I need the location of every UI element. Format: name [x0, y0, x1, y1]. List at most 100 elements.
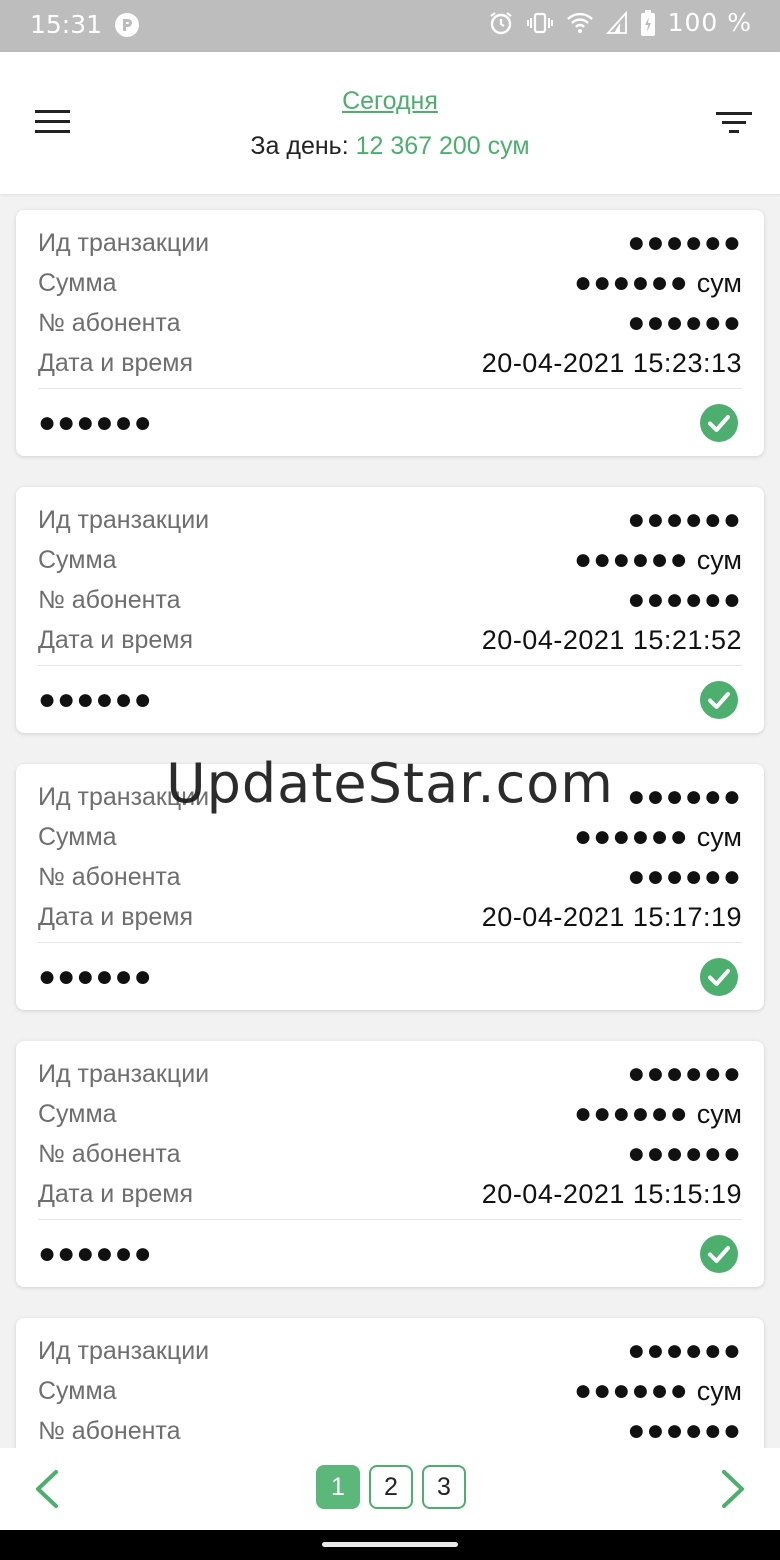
- pagination-bar: 123: [0, 1448, 780, 1530]
- page-button-1[interactable]: 1: [316, 1465, 360, 1509]
- masked-value: ●●●●●●: [627, 226, 742, 259]
- amount-row: Сумма ●●●●●● сум: [38, 818, 742, 856]
- amount-row: Сумма ●●●●●● сум: [38, 1372, 742, 1410]
- gesture-handle[interactable]: [322, 1542, 458, 1547]
- subscriber-number-row: № абонента ●●●●●●: [38, 1135, 742, 1173]
- daily-total-label: За день:: [250, 132, 349, 160]
- transaction-id-label: Ид транзакции: [38, 228, 210, 257]
- masked-value: ●●●●●●: [574, 1374, 689, 1407]
- subscriber-number-label: № абонента: [38, 1139, 181, 1168]
- transaction-id-label: Ид транзакции: [38, 505, 210, 534]
- transaction-id-value: ●●●●●●: [627, 1334, 742, 1368]
- transaction-id-row: Ид транзакции ●●●●●●: [38, 224, 742, 262]
- masked-value: ●●●●●●: [574, 1097, 689, 1130]
- subscriber-number-value: ●●●●●●: [627, 1137, 742, 1171]
- system-nav-bar: [0, 1530, 780, 1560]
- transaction-id-value: ●●●●●●: [627, 1057, 742, 1091]
- subscriber-number-label: № абонента: [38, 862, 181, 891]
- card-divider: [38, 942, 742, 943]
- amount-row: Сумма ●●●●●● сум: [38, 1095, 742, 1133]
- transaction-id-row: Ид транзакции ●●●●●●: [38, 501, 742, 539]
- datetime-label: Дата и время: [38, 625, 194, 654]
- battery-percentage: 100 %: [667, 8, 752, 37]
- datetime-row: Дата и время 20-04-2021 15:17:19: [38, 898, 742, 936]
- currency-label: сум: [696, 1099, 742, 1129]
- status-icons: 100 %: [488, 8, 752, 37]
- masked-value: ●●●●●●: [574, 266, 689, 299]
- filter-icon[interactable]: [714, 108, 754, 138]
- transaction-id-label: Ид транзакции: [38, 1059, 210, 1088]
- service-name: ●●●●●●: [38, 960, 153, 993]
- transaction-id-value: ●●●●●●: [627, 226, 742, 260]
- page-button-3[interactable]: 3: [422, 1465, 466, 1509]
- transaction-list[interactable]: Ид транзакции ●●●●●● Сумма ●●●●●● сум № абоне…: [0, 194, 780, 1448]
- currency-label: сум: [696, 822, 742, 852]
- masked-value: ●●●●●●: [627, 1057, 742, 1090]
- masked-value: ●●●●●●: [627, 1334, 742, 1367]
- subscriber-number-row: № абонента ●●●●●●: [38, 581, 742, 619]
- service-name: ●●●●●●: [38, 406, 153, 439]
- datetime-label: Дата и время: [38, 1179, 194, 1208]
- amount-value: ●●●●●● сум: [574, 1374, 742, 1408]
- daily-total: За день: 12 367 200 сум: [0, 132, 780, 161]
- datetime-row: Дата и время 20-04-2021 15:23:13: [38, 344, 742, 382]
- masked-value: ●●●●●●: [574, 820, 689, 853]
- transaction-id-label: Ид транзакции: [38, 1336, 210, 1365]
- amount-row: Сумма ●●●●●● сум: [38, 541, 742, 579]
- datetime-value: 20-04-2021 15:17:19: [481, 901, 742, 932]
- currency-label: сум: [696, 268, 742, 298]
- card-divider: [38, 1219, 742, 1220]
- amount-value: ●●●●●● сум: [574, 1097, 742, 1131]
- page-button-2[interactable]: 2: [369, 1465, 413, 1509]
- subscriber-number-value: ●●●●●●: [627, 583, 742, 617]
- app-notification-icon: [115, 13, 139, 37]
- amount-label: Сумма: [38, 268, 117, 297]
- wifi-icon: [566, 12, 593, 33]
- status-time: 15:31: [30, 10, 103, 39]
- status-bar: 15:31 100 %: [0, 0, 780, 52]
- amount-label: Сумма: [38, 545, 117, 574]
- date-range-link[interactable]: Сегодня: [0, 87, 780, 116]
- signal-icon: [605, 10, 627, 34]
- amount-row: Сумма ●●●●●● сум: [38, 264, 742, 302]
- datetime-label: Дата и время: [38, 348, 194, 377]
- card-divider: [38, 665, 742, 666]
- transaction-card[interactable]: Ид транзакции ●●●●●● Сумма ●●●●●● сум № абоне…: [16, 1318, 764, 1448]
- page-buttons: 123: [316, 1465, 466, 1509]
- vibrate-icon: [526, 12, 553, 33]
- datetime-label: Дата и время: [38, 902, 194, 931]
- transaction-card[interactable]: Ид транзакции ●●●●●● Сумма ●●●●●● сум № абоне…: [16, 210, 764, 456]
- service-name: ●●●●●●: [38, 1237, 153, 1270]
- subscriber-number-label: № абонента: [38, 1416, 181, 1445]
- transaction-card[interactable]: Ид транзакции ●●●●●● Сумма ●●●●●● сум № абоне…: [16, 487, 764, 733]
- datetime-value: 20-04-2021 15:23:13: [481, 347, 742, 378]
- amount-label: Сумма: [38, 1099, 117, 1128]
- masked-value: ●●●●●●: [627, 583, 742, 616]
- subscriber-number-label: № абонента: [38, 308, 181, 337]
- card-divider: [38, 388, 742, 389]
- amount-label: Сумма: [38, 822, 117, 851]
- chevron-left-icon[interactable]: [30, 1468, 64, 1510]
- transaction-id-row: Ид транзакции ●●●●●●: [38, 1332, 742, 1370]
- transaction-id-value: ●●●●●●: [627, 503, 742, 537]
- subscriber-number-row: № абонента ●●●●●●: [38, 858, 742, 896]
- check-circle-icon: [700, 958, 738, 996]
- daily-total-amount: 12 367 200 сум: [355, 132, 530, 160]
- currency-label: сум: [696, 545, 742, 575]
- subscriber-number-label: № абонента: [38, 585, 181, 614]
- service-name: ●●●●●●: [38, 683, 153, 716]
- subscriber-number-row: № абонента ●●●●●●: [38, 1412, 742, 1448]
- transaction-id-row: Ид транзакции ●●●●●●: [38, 1055, 742, 1093]
- app-header: Сегодня За день: 12 367 200 сум: [0, 52, 780, 194]
- check-circle-icon: [700, 1235, 738, 1273]
- amount-value: ●●●●●● сум: [574, 543, 742, 577]
- chevron-right-icon[interactable]: [716, 1468, 750, 1510]
- masked-value: ●●●●●●: [627, 1414, 742, 1447]
- masked-value: ●●●●●●: [627, 503, 742, 536]
- transaction-card[interactable]: Ид транзакции ●●●●●● Сумма ●●●●●● сум № абоне…: [16, 1041, 764, 1287]
- amount-label: Сумма: [38, 1376, 117, 1405]
- check-circle-icon: [700, 404, 738, 442]
- amount-value: ●●●●●● сум: [574, 820, 742, 854]
- battery-icon: [640, 9, 655, 36]
- subscriber-number-value: ●●●●●●: [627, 306, 742, 340]
